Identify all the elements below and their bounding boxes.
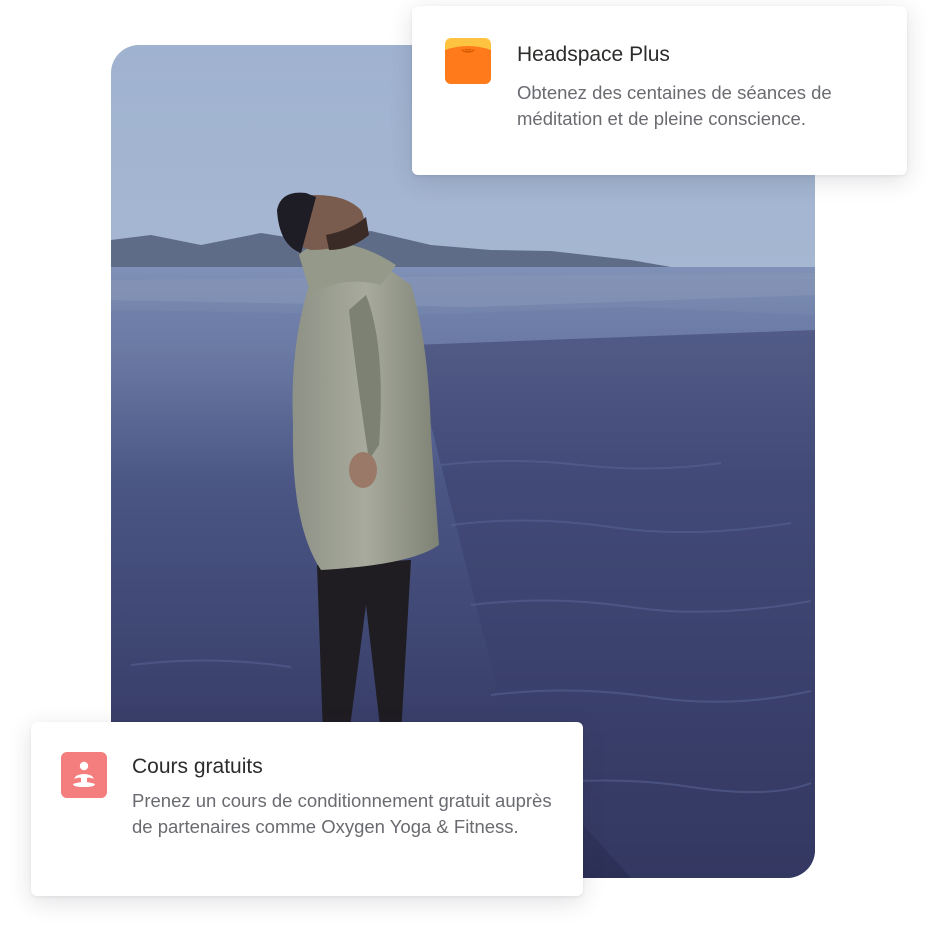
meditation-person-icon <box>61 752 107 798</box>
card-title: Cours gratuits <box>132 755 263 778</box>
headspace-plus-icon <box>445 38 491 84</box>
card-title: Headspace Plus <box>517 43 670 66</box>
card-description: Obtenez des centaines de séances de médi… <box>517 82 832 129</box>
card-description: Prenez un cours de conditionnement gratu… <box>132 790 552 837</box>
free-classes-card: Cours gratuits Prenez un cours de condit… <box>31 722 583 896</box>
headspace-plus-card: Headspace Plus Obtenez des centaines de … <box>412 6 907 175</box>
